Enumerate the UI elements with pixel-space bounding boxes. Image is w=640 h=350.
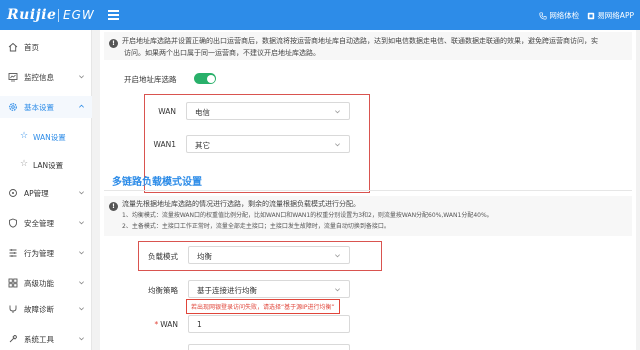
load-mode-label: 负载模式 <box>148 252 178 261</box>
wan1-label: WAN1 <box>153 140 176 149</box>
wan-weight-label: * WAN <box>144 320 179 329</box>
info-icon: ! <box>109 39 118 48</box>
isp-info-line1: 开启地址库选路并设置正确的出口运营商后，数据流将按运营商地址库自动选路，达到如电… <box>122 37 598 45</box>
sidebar-subitem-lan[interactable]: ☆ LAN设置 <box>0 154 92 176</box>
chevron-down-icon <box>79 337 84 341</box>
logo-divider <box>58 9 59 22</box>
load-mode-select[interactable]: 均衡 <box>188 246 350 264</box>
wan-isp-value: 电信 <box>195 108 210 117</box>
wan1-weight-input[interactable] <box>188 344 350 350</box>
product-name: EGW <box>63 8 95 22</box>
sidebar-subitem-wan[interactable]: ☆ WAN设置 <box>0 126 92 148</box>
balance-warning: 若出现网银登录访问失败，请选择“基于源IP进行均衡” <box>186 299 340 314</box>
wan-label: WAN <box>158 107 176 116</box>
sidebar-item-label: 故障诊断 <box>24 305 54 314</box>
sidebar-item-label: 监控信息 <box>24 73 54 82</box>
sidebar-item-monitor[interactable]: 监控信息 <box>0 66 92 88</box>
sidebar-item-home[interactable]: 首页 <box>0 36 92 58</box>
wan-isp-select[interactable]: 电信 <box>186 102 350 120</box>
menu-toggle-icon[interactable] <box>108 10 119 20</box>
header-links: 网络体检 易网络APP <box>539 10 634 21</box>
wan-weight-label-text: WAN <box>160 320 178 329</box>
isp-toggle-switch[interactable] <box>194 73 216 84</box>
sidebar-item-behavior[interactable]: 行为管理 <box>0 242 92 264</box>
star-icon: ☆ <box>20 159 29 169</box>
chevron-down-icon <box>79 191 84 195</box>
behavior-icon <box>9 249 17 257</box>
lb-info-item2: 2、主备模式：主接口工作正常时，流量全部走主接口；主接口发生故障时，流量自动切换… <box>122 223 390 230</box>
chevron-down-icon <box>335 254 340 258</box>
app-link[interactable]: 易网络APP <box>587 10 634 21</box>
sidebar-item-basic-settings[interactable]: 基本设置 <box>0 96 92 118</box>
sidebar-item-advanced[interactable]: 高级功能 <box>0 272 92 294</box>
chevron-down-icon <box>335 110 340 114</box>
sidebar-item-diagnose[interactable]: 故障诊断 <box>0 298 92 320</box>
sidebar-item-label: 安全管理 <box>24 219 54 228</box>
lb-info-box: ! 流量先根据地址库选路的情况进行选路，剩余的流量根据负载模式进行分配。 1、均… <box>104 196 632 236</box>
network-check-link[interactable]: 网络体检 <box>539 10 579 21</box>
sidebar-item-label: 首页 <box>24 43 39 52</box>
chevron-down-icon <box>79 281 84 285</box>
home-icon <box>8 42 18 52</box>
app-label: 易网络APP <box>597 11 634 20</box>
lb-info-item1: 1、均衡模式：流量按WAN口的权重值比例分配，比如WAN口和WAN1的权重分别设… <box>122 212 493 219</box>
app-icon <box>588 12 595 19</box>
sidebar-item-label: 行为管理 <box>24 249 54 258</box>
lb-info-title: 流量先根据地址库选路的情况进行选路，剩余的流量根据负载模式进行分配。 <box>122 200 360 208</box>
settings-icon <box>9 103 17 111</box>
wan-weight-value: 1 <box>197 320 202 329</box>
wan1-isp-select[interactable]: 其它 <box>186 135 350 153</box>
tools-icon <box>9 335 17 343</box>
sidebar-subitem-label: LAN设置 <box>33 161 64 170</box>
chevron-down-icon <box>79 307 84 311</box>
top-header: Ruijie EGW 网络体检 易网络APP <box>0 0 640 30</box>
balance-strategy-value: 基于连接进行均衡 <box>197 286 257 295</box>
settings-card: ! 开启地址库选路并设置正确的出口运营商后，数据流将按运营商地址库自动选路，达到… <box>100 30 636 350</box>
chevron-down-icon <box>79 221 84 225</box>
wan-weight-input[interactable]: 1 <box>188 315 350 333</box>
isp-toggle-label: 开启地址库选路 <box>124 75 177 84</box>
section-title: 多链路负载模式设置 <box>112 177 202 188</box>
ap-icon <box>9 189 17 197</box>
section-divider <box>104 190 632 191</box>
balance-strategy-select[interactable]: 基于连接进行均衡 <box>188 280 350 298</box>
chevron-up-icon <box>79 104 84 108</box>
sidebar-item-label: 基本设置 <box>24 103 54 112</box>
sidebar-item-tools[interactable]: 系统工具 <box>0 328 92 350</box>
network-check-label: 网络体检 <box>549 11 580 20</box>
sidebar-item-label: 高级功能 <box>24 279 54 288</box>
diagnose-icon <box>9 305 17 313</box>
sidebar: 首页 监控信息 基本设置 ☆ WAN设置 ☆ LAN设置 AP管理 安全管理 行… <box>0 30 92 350</box>
brand-logo: Ruijie <box>7 7 57 23</box>
shield-icon <box>9 218 17 228</box>
load-mode-value: 均衡 <box>197 252 212 261</box>
balance-strategy-label: 均衡策略 <box>148 286 178 295</box>
network-check-icon <box>539 11 547 20</box>
chevron-down-icon <box>79 75 84 79</box>
isp-info-line2: 访问。如果两个出口属于同一运营商，不建议开启地址库选路。 <box>124 49 320 57</box>
main-area: ! 开启地址库选路并设置正确的出口运营商后，数据流将按运营商地址库自动选路，达到… <box>92 30 640 350</box>
required-mark: * <box>154 320 159 329</box>
info-icon: ! <box>109 202 118 211</box>
sidebar-item-label: 系统工具 <box>24 335 54 344</box>
sidebar-item-label: AP管理 <box>24 189 49 198</box>
isp-info-box: ! 开启地址库选路并设置正确的出口运营商后，数据流将按运营商地址库自动选路，达到… <box>104 32 632 60</box>
monitor-icon <box>8 73 18 82</box>
sidebar-item-ap[interactable]: AP管理 <box>0 182 92 204</box>
wan1-isp-value: 其它 <box>195 141 210 150</box>
star-icon: ☆ <box>20 131 29 141</box>
chevron-down-icon <box>335 288 340 292</box>
sidebar-item-security[interactable]: 安全管理 <box>0 212 92 234</box>
advanced-icon <box>8 278 18 288</box>
toggle-knob <box>206 74 215 83</box>
chevron-down-icon <box>335 143 340 147</box>
chevron-down-icon <box>79 251 84 255</box>
sidebar-subitem-label: WAN设置 <box>33 133 66 142</box>
